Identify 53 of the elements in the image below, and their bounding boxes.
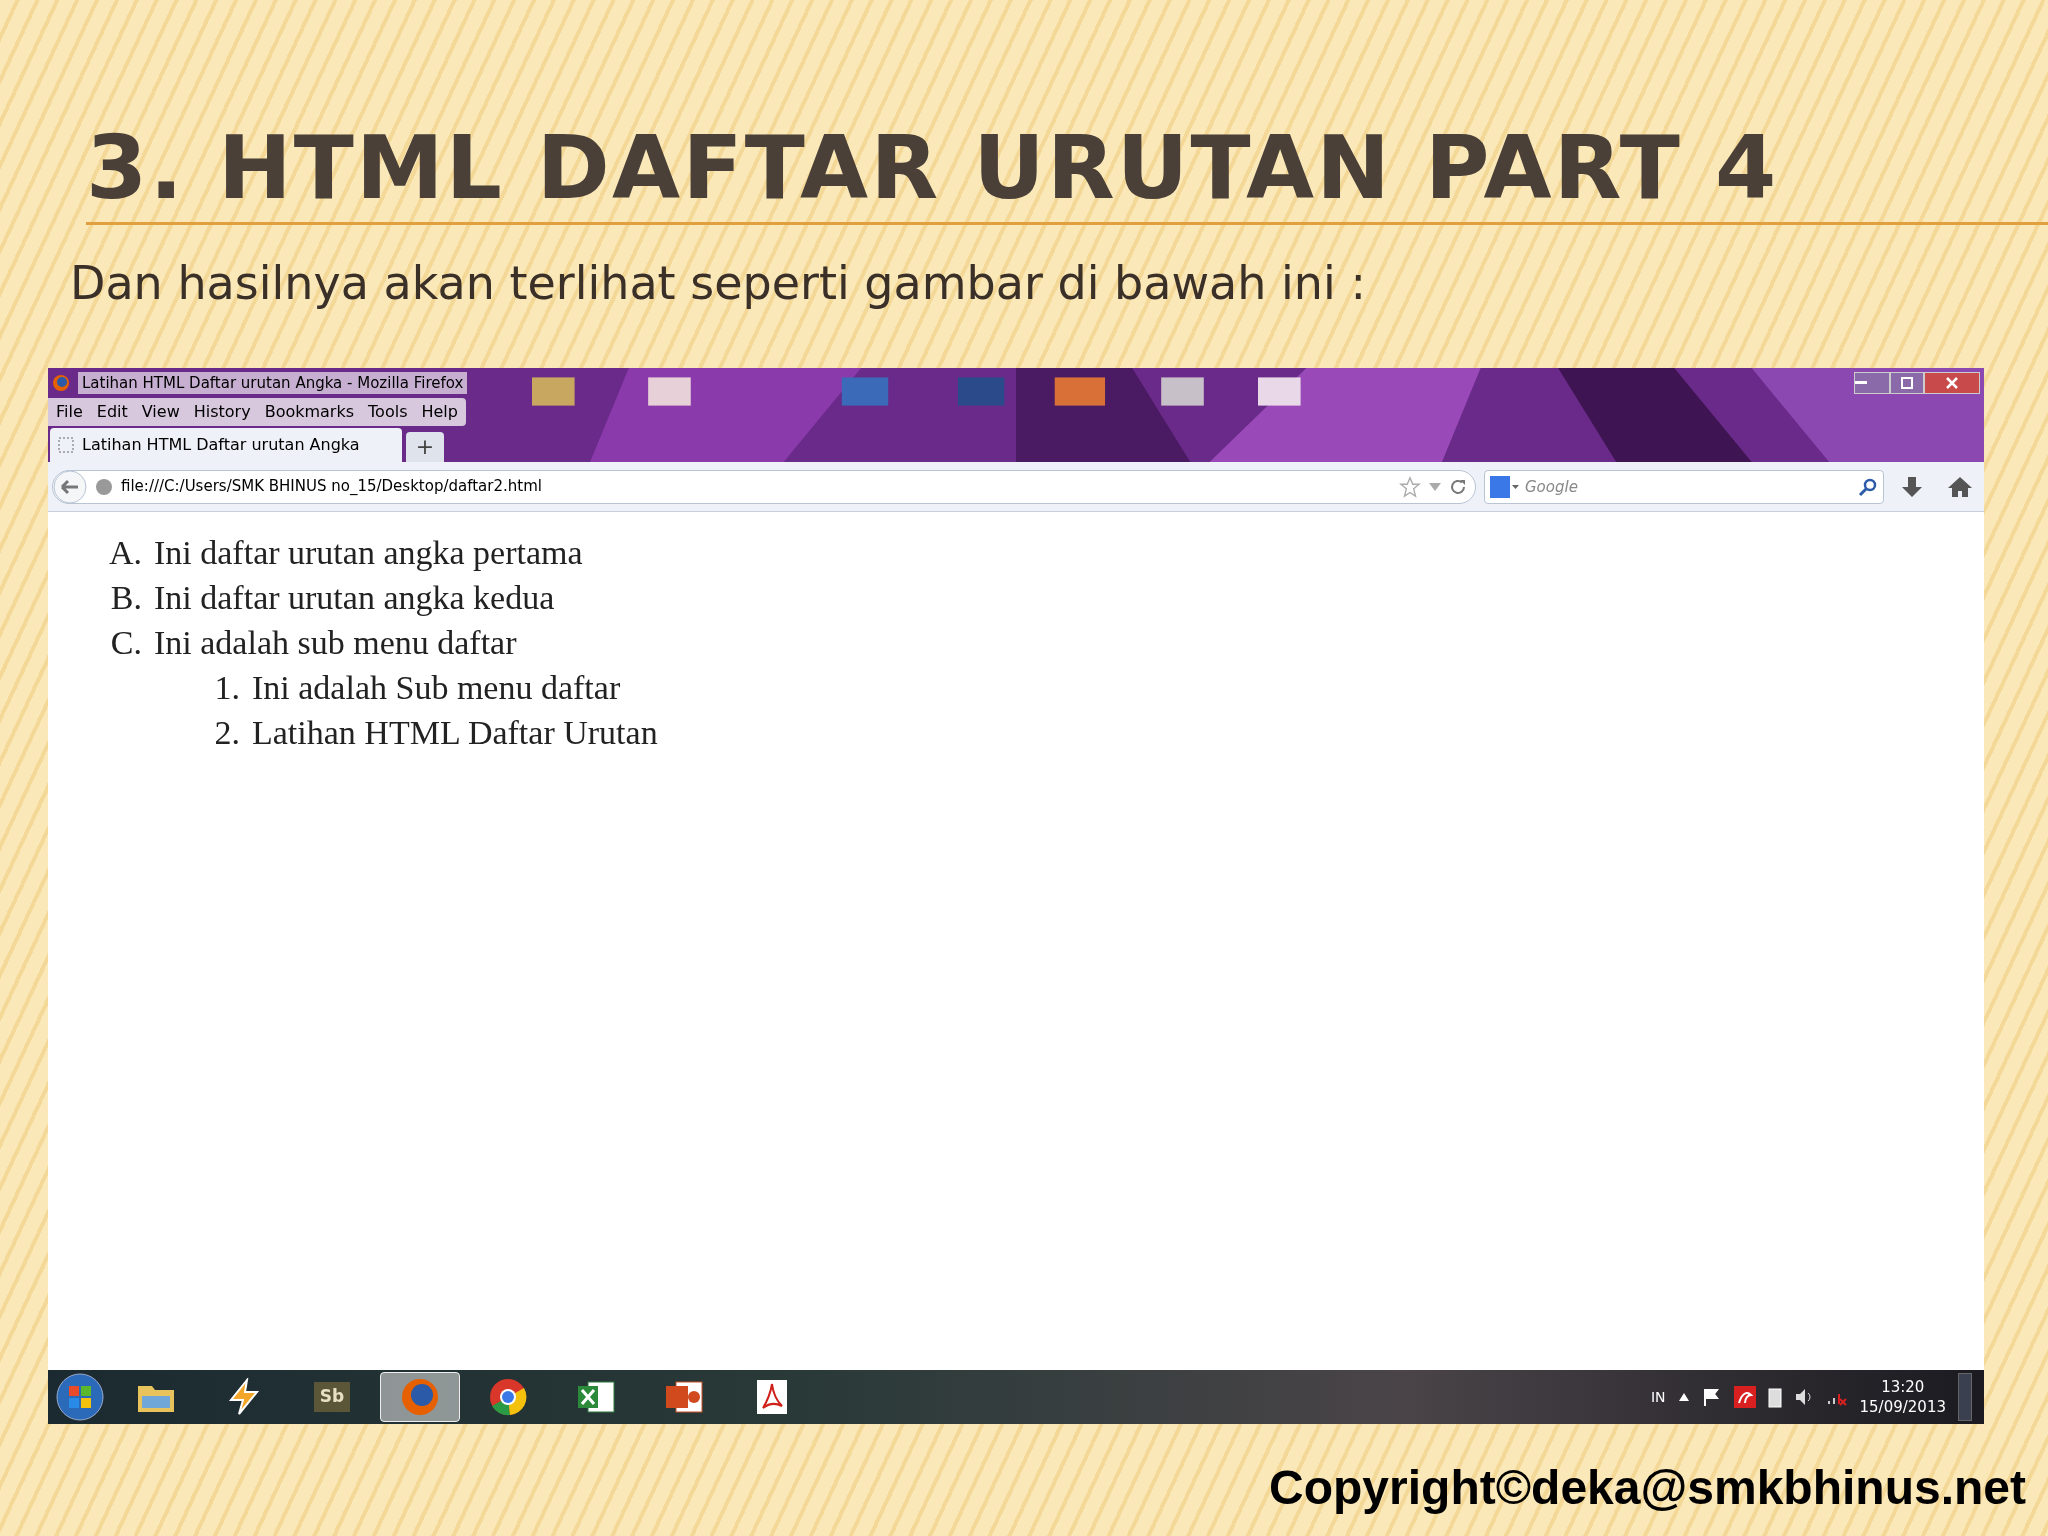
list-marker: 2. xyxy=(213,713,241,753)
presentation-icon xyxy=(664,1378,704,1416)
menu-item[interactable]: Help xyxy=(421,400,458,424)
search-icon[interactable] xyxy=(1858,476,1878,497)
list-item-text: Ini adalah sub menu daftar xyxy=(154,623,517,663)
list-item-text: Ini daftar urutan angka pertama xyxy=(154,533,583,573)
minimize-icon xyxy=(1855,381,1867,385)
globe-fox-icon xyxy=(400,1377,440,1417)
clock-time[interactable]: 13:20 xyxy=(1881,1377,1925,1397)
browser-tab[interactable]: Latihan HTML Daftar urutan Angka xyxy=(50,428,402,462)
menu-item[interactable]: Tools xyxy=(368,400,408,424)
clock-date[interactable]: 15/09/2013 xyxy=(1859,1397,1946,1417)
search-field[interactable]: Google xyxy=(1484,469,1884,504)
list-marker: A. xyxy=(107,533,143,573)
slide-title: 3. HTML DAFTAR URUTAN PART 4 xyxy=(86,120,1780,216)
menu-item[interactable]: File xyxy=(56,400,83,424)
list-item-text: Ini daftar urutan angka kedua xyxy=(154,578,555,618)
window-title: Latihan HTML Daftar urutan Angka - Mozilla Firefox xyxy=(78,371,468,395)
triangle-up-icon[interactable] xyxy=(1677,1392,1690,1402)
maximize-icon xyxy=(1901,377,1913,389)
app-label: Sb xyxy=(313,1382,351,1412)
list-marker: B. xyxy=(109,578,143,618)
globe-icon xyxy=(95,477,113,496)
globe-fox-icon xyxy=(52,374,70,392)
spreadsheet-icon xyxy=(576,1378,616,1416)
copyright-text: Copyright©deka@smkbhinus.net xyxy=(1269,1460,2026,1516)
battery-icon[interactable] xyxy=(1767,1386,1782,1408)
star-icon[interactable] xyxy=(1399,475,1421,498)
maximize-button[interactable] xyxy=(1890,372,1924,394)
list-item-text: Ini adalah Sub menu daftar xyxy=(252,668,621,708)
taskbar-button[interactable]: Sb xyxy=(292,1372,372,1422)
flag-icon[interactable] xyxy=(1701,1387,1722,1407)
new-tab-button[interactable]: + xyxy=(406,432,444,462)
list-item-text: Latihan HTML Daftar Urutan xyxy=(252,713,658,753)
slide-subtitle: Dan hasilnya akan terlihat seperti gambar di bawah ini : xyxy=(69,255,1367,312)
document-icon xyxy=(755,1378,789,1416)
blank-page-icon xyxy=(58,437,74,453)
close-button[interactable] xyxy=(1924,372,1980,394)
list-marker: 1. xyxy=(213,668,241,708)
reload-icon[interactable] xyxy=(1449,477,1467,496)
antivirus-icon[interactable] xyxy=(1733,1386,1756,1408)
chrome-circle-icon xyxy=(488,1377,528,1417)
url-field[interactable]: file:///C:/Users/SMK BHINUS no_15/Desktop/daftar2.html xyxy=(52,469,1476,504)
speaker-icon[interactable] xyxy=(1793,1387,1814,1407)
list-marker: C. xyxy=(109,623,143,663)
menu-item[interactable]: History xyxy=(193,400,251,424)
menu-item[interactable]: View xyxy=(141,400,180,424)
search-engine-icon[interactable] xyxy=(1490,475,1520,498)
minimize-button[interactable] xyxy=(1854,372,1890,394)
language-indicator[interactable]: IN xyxy=(1650,1386,1666,1408)
menu-item[interactable]: Bookmarks xyxy=(264,400,355,424)
menu-item[interactable]: Edit xyxy=(96,400,128,424)
close-icon xyxy=(1946,377,1958,389)
